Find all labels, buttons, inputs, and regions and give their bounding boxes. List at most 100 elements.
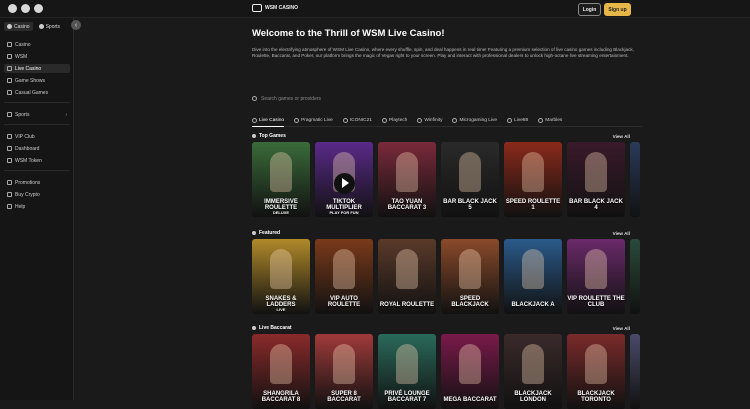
game-title: PRIVÉ LOUNGE BACCARAT 7 bbox=[384, 391, 430, 403]
tab-label: Microgaming Live bbox=[459, 118, 498, 123]
tab-pragmatic-live[interactable]: Pragmatic Live bbox=[294, 115, 333, 127]
game-card[interactable] bbox=[630, 142, 640, 217]
game-card[interactable] bbox=[630, 239, 640, 314]
sidebar-item-label: Help bbox=[15, 203, 26, 210]
x-icon[interactable] bbox=[8, 4, 17, 13]
tab-label: Casino bbox=[14, 23, 30, 30]
signup-button[interactable]: Sign up bbox=[604, 3, 631, 16]
game-title: BAR BLACK JACK 5 bbox=[443, 199, 497, 211]
game-card[interactable]: ROYAL ROULETTE bbox=[378, 239, 436, 314]
game-card[interactable]: SPEED BLACKJACK bbox=[441, 239, 499, 314]
sidebar-item-dashboard[interactable]: Dashboard bbox=[4, 144, 70, 153]
game-title: SHANGRILA BACCARAT 8 bbox=[261, 391, 301, 403]
sidebar-item-label: Buy Crypto bbox=[15, 191, 40, 198]
section-title: Live Baccarat bbox=[259, 325, 292, 331]
game-title: ROYAL ROULETTE bbox=[379, 302, 435, 308]
game-title: SPEED BLACKJACK bbox=[451, 296, 489, 308]
search-bar[interactable]: Search games or providers bbox=[252, 93, 642, 104]
tab-label: Winfinity bbox=[424, 118, 443, 123]
sidebar-item-live-casino[interactable]: Live Casino bbox=[4, 64, 70, 73]
live-casino-icon bbox=[252, 117, 257, 123]
game-title: MEGA BACCARAT bbox=[443, 397, 497, 403]
tab-marbles[interactable]: Marbles bbox=[538, 115, 562, 127]
game-card[interactable]: MEGA BACCARAT bbox=[441, 334, 499, 409]
game-title: VIP AUTO ROULETTE bbox=[327, 296, 361, 308]
sidebar-item-label: Casino bbox=[15, 41, 31, 48]
tab-iconic21[interactable]: ICONIC21 bbox=[342, 115, 372, 127]
game-card[interactable]: BLACKJACK TORONTO bbox=[567, 334, 625, 409]
sidebar-item-help[interactable]: Help bbox=[4, 202, 70, 211]
view-all-link[interactable]: View All bbox=[613, 231, 630, 236]
casino-icon bbox=[7, 24, 12, 29]
game-card[interactable]: IMMERSIVE ROULETTE DELUXE bbox=[252, 142, 310, 217]
gift-icon bbox=[7, 180, 12, 185]
game-card[interactable]: VIP ROULETTE THE CLUB bbox=[567, 239, 625, 314]
game-card[interactable]: BLACKJACK A bbox=[504, 239, 562, 314]
game-title: TAO YUAN BACCARAT 3 bbox=[387, 199, 427, 211]
tab-live-casino[interactable]: Live Casino bbox=[252, 115, 285, 127]
game-card[interactable]: SHANGRILA BACCARAT 8 bbox=[252, 334, 310, 409]
site-logo[interactable]: WSM CASINO bbox=[252, 4, 298, 12]
sidebar-item-buy-crypto[interactable]: Buy Crypto bbox=[4, 190, 70, 199]
sidebar-item-sports[interactable]: Sports › bbox=[4, 110, 70, 119]
sidebar-item-casual-games[interactable]: Casual Games bbox=[4, 88, 70, 97]
dealer-image bbox=[396, 249, 418, 289]
sidebar-item-label: Sports bbox=[15, 111, 30, 118]
game-card[interactable]: BAR BLACK JACK 4 bbox=[567, 142, 625, 217]
sports-icon bbox=[38, 24, 44, 29]
sidebar-item-label: Game Shows bbox=[15, 77, 46, 84]
sidebar-item-wsm[interactable]: WSM bbox=[4, 52, 70, 61]
dealer-image bbox=[333, 344, 355, 384]
search-input[interactable]: Search games or providers bbox=[261, 96, 321, 102]
tab-sports[interactable]: Sports bbox=[36, 22, 63, 31]
divider bbox=[4, 102, 70, 103]
login-button[interactable]: Login bbox=[578, 3, 601, 16]
game-card[interactable]: SPEED ROULETTE 1 bbox=[504, 142, 562, 217]
game-card[interactable]: SNAKES & LADDERS LIVE bbox=[252, 239, 310, 314]
sidebar-item-wsm-token[interactable]: WSM Token bbox=[4, 156, 70, 165]
featured-row: SNAKES & LADDERS LIVE VIP AUTO ROULETTE ROY… bbox=[252, 239, 640, 314]
view-all-link[interactable]: View All bbox=[613, 134, 630, 139]
section-icon bbox=[252, 134, 256, 138]
section-icon bbox=[252, 326, 256, 330]
section-header-featured: Featured View All bbox=[252, 229, 642, 237]
sidebar-item-game-shows[interactable]: Game Shows bbox=[4, 76, 70, 85]
dealer-image bbox=[585, 344, 607, 384]
tab-casino[interactable]: Casino bbox=[4, 22, 33, 31]
game-card[interactable] bbox=[630, 334, 640, 409]
game-card[interactable]: BAR BLACK JACK 5 bbox=[441, 142, 499, 217]
game-card[interactable]: VIP AUTO ROULETTE bbox=[315, 239, 373, 314]
social-links bbox=[8, 4, 43, 13]
marbles-icon bbox=[538, 118, 544, 123]
dealer-image bbox=[270, 249, 292, 289]
game-card[interactable]: BLACKJACK LONDON bbox=[504, 334, 562, 409]
logo-text: WSM CASINO bbox=[265, 4, 299, 11]
tab-microgaming-live[interactable]: Microgaming Live bbox=[452, 115, 497, 127]
tab-winfinity[interactable]: Winfinity bbox=[417, 115, 442, 127]
view-all-link[interactable]: View All bbox=[613, 326, 630, 331]
telegram-icon[interactable] bbox=[34, 4, 43, 13]
game-card[interactable]: SUPER 8 BACCARAT bbox=[315, 334, 373, 409]
dealer-image bbox=[585, 152, 607, 192]
game-shows-icon bbox=[7, 78, 12, 83]
sidebar-item-vip-club[interactable]: VIP Club bbox=[4, 132, 70, 141]
sidebar-item-promotions[interactable]: Promotions bbox=[4, 178, 70, 187]
instagram-icon[interactable] bbox=[21, 4, 30, 13]
dealer-image bbox=[459, 152, 481, 192]
token-icon bbox=[7, 158, 12, 163]
game-card[interactable]: PRIVÉ LOUNGE BACCARAT 7 bbox=[378, 334, 436, 409]
dealer-image bbox=[522, 152, 544, 192]
tab-live88[interactable]: Live88 bbox=[507, 115, 528, 127]
dealer-image bbox=[270, 152, 292, 192]
page-title: Welcome to the Thrill of WSM Live Casino… bbox=[252, 28, 445, 39]
game-card[interactable]: TIKTOK MULTIPLIER PLAY FOR FUN bbox=[315, 142, 373, 217]
collapse-sidebar-button[interactable]: ‹ bbox=[71, 20, 81, 30]
winfinity-icon bbox=[417, 118, 423, 123]
play-icon[interactable] bbox=[334, 173, 355, 194]
game-card[interactable]: TAO YUAN BACCARAT 3 bbox=[378, 142, 436, 217]
dashboard-icon bbox=[7, 146, 12, 151]
sidebar-item-casino[interactable]: Casino bbox=[4, 40, 70, 49]
dealer-image bbox=[459, 249, 481, 289]
tab-playtech[interactable]: Playtech bbox=[381, 115, 407, 127]
live-icon bbox=[7, 66, 12, 71]
